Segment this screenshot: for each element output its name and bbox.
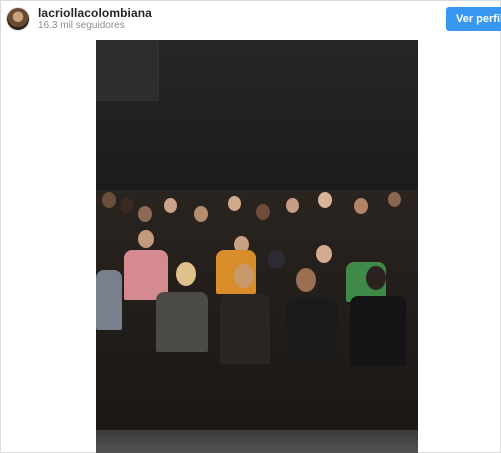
- photo-person: [268, 250, 285, 269]
- photo-person: [138, 206, 152, 222]
- photo-person: [354, 198, 368, 214]
- photo-person: [286, 298, 338, 358]
- photo-person: [366, 266, 386, 290]
- photo-person: [350, 296, 406, 366]
- photo-person: [156, 292, 208, 352]
- photo-person: [388, 192, 401, 207]
- post-header: lacriollacolombiana 16.3 mil seguidores …: [1, 1, 501, 37]
- photo-person: [194, 206, 208, 222]
- photo-runway: [96, 430, 418, 453]
- photo-person: [164, 198, 177, 213]
- photo-person: [138, 230, 154, 248]
- photo-person: [102, 192, 116, 208]
- instagram-embed: lacriollacolombiana 16.3 mil seguidores …: [0, 0, 501, 453]
- photo-wall-panel: [96, 40, 159, 101]
- post-photo[interactable]: [96, 40, 418, 453]
- photo-person: [316, 245, 332, 263]
- avatar[interactable]: [6, 7, 30, 31]
- follower-count: 16.3 mil seguidores: [38, 20, 125, 31]
- photo-person: [256, 204, 270, 220]
- view-profile-button[interactable]: Ver perfil: [446, 7, 501, 31]
- photo-person: [120, 198, 133, 213]
- photo-person: [176, 262, 196, 286]
- photo-person: [318, 192, 332, 208]
- photo-person: [220, 294, 270, 364]
- photo-person: [96, 270, 122, 330]
- photo-person: [234, 264, 254, 288]
- photo-person: [286, 198, 299, 213]
- photo-person: [296, 268, 316, 292]
- photo-person: [228, 196, 241, 211]
- username[interactable]: lacriollacolombiana: [38, 6, 152, 20]
